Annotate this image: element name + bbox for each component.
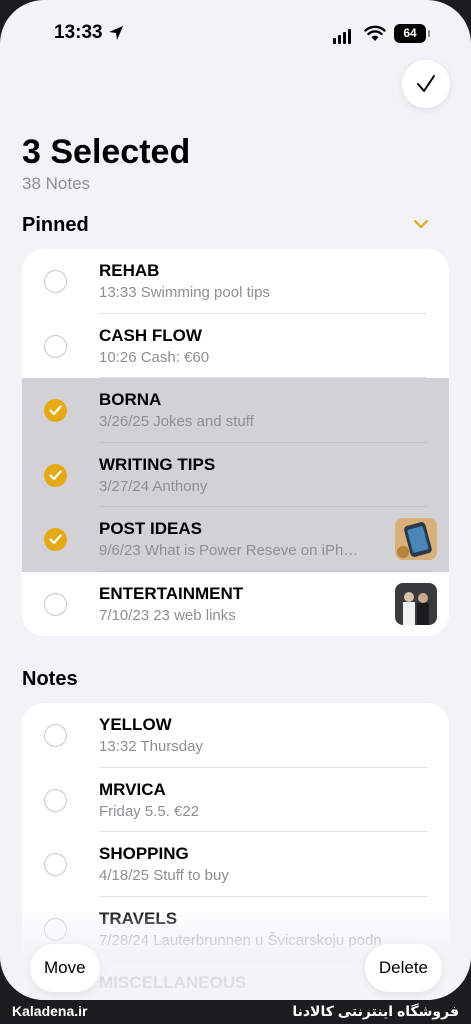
- note-subtitle: Friday 5.5. €22: [99, 802, 200, 820]
- note-title: ENTERTAINMENT: [99, 583, 244, 603]
- move-button[interactable]: Move: [30, 944, 100, 992]
- note-title: REHAB: [99, 261, 160, 280]
- note-row[interactable]: SHOPPING 4/18/25 Stuff to buy: [22, 832, 449, 897]
- unselected-circle-icon[interactable]: [44, 853, 67, 876]
- unselected-circle-icon[interactable]: [44, 592, 67, 616]
- note-subtitle: 3/26/25 Jokes and stuff: [99, 413, 254, 430]
- selected-checkmark-icon[interactable]: [44, 528, 67, 551]
- note-subtitle: 10:26 Cash: €60: [99, 348, 210, 366]
- notes-count: 38 Notes: [22, 174, 91, 193]
- pinned-notes-list: REHAB 13:33 Swimming pool tips CASH FLOW 10…: [22, 249, 449, 636]
- note-title: MRVICA: [99, 779, 166, 799]
- wifi-icon: [364, 25, 386, 41]
- note-subtitle: 13:32 Thursday: [99, 738, 203, 755]
- note-title: POST IDEAS: [99, 519, 202, 538]
- checkmark-icon: [417, 75, 435, 92]
- note-subtitle: 4/18/25 Stuff to buy: [99, 867, 229, 884]
- battery-icon: 64: [394, 24, 430, 43]
- note-title: CASH FLOW: [99, 325, 202, 345]
- location-arrow-icon: [109, 26, 123, 40]
- pinned-section-header: Pinned: [22, 214, 89, 236]
- selected-checkmark-icon[interactable]: [44, 399, 67, 422]
- note-row[interactable]: YELLOW 13:32 Thursday: [22, 703, 449, 768]
- phone-photo-thumbnail: [395, 518, 437, 560]
- note-title: SHOPPING: [99, 844, 189, 863]
- people-photo-thumbnail: [395, 582, 437, 625]
- selected-checkmark-icon[interactable]: [44, 463, 67, 487]
- note-subtitle: 3/27/24 Anthony: [99, 477, 208, 495]
- chevron-down-icon[interactable]: [412, 218, 430, 230]
- note-title: YELLOW: [99, 715, 172, 734]
- note-subtitle: 13:33 Swimming pool tips: [99, 284, 270, 301]
- unselected-circle-icon[interactable]: [44, 724, 67, 747]
- note-title: BORNA: [99, 390, 162, 409]
- watermark-bar: Kaladena.ir فروشگاه اینترنتی کالادنا: [0, 1000, 471, 1024]
- notes-screen: 13:33 64 3 Selected 38 Notes Pinned REHA…: [0, 0, 471, 1000]
- unselected-circle-icon[interactable]: [44, 270, 67, 293]
- status-bar: 13:33 64: [0, 0, 471, 60]
- note-row[interactable]: WRITING TIPS 3/27/24 Anthony: [22, 442, 449, 507]
- note-subtitle: 9/6/23 What is Power Reseve on iPh…: [99, 542, 359, 559]
- status-time: 13:33: [54, 22, 103, 43]
- note-title: WRITING TIPS: [99, 454, 216, 474]
- delete-button[interactable]: Delete: [364, 944, 442, 992]
- watermark-left: Kaladena.ir: [12, 1003, 88, 1019]
- note-row[interactable]: MRVICA Friday 5.5. €22: [22, 768, 449, 832]
- watermark-right: فروشگاه اینترنتی کالادنا: [292, 1003, 459, 1019]
- note-row[interactable]: CASH FLOW 10:26 Cash: €60: [22, 314, 449, 378]
- note-row[interactable]: REHAB 13:33 Swimming pool tips: [22, 249, 449, 314]
- note-subtitle: 7/10/23 23 web links: [99, 606, 236, 624]
- note-row[interactable]: ENTERTAINMENT 7/10/23 23 web links: [22, 572, 449, 637]
- unselected-circle-icon[interactable]: [44, 788, 67, 812]
- note-row[interactable]: BORNA 3/26/25 Jokes and stuff: [22, 378, 449, 443]
- note-row[interactable]: POST IDEAS 9/6/23 What is Power Reseve on…: [22, 507, 449, 572]
- notes-section-header: Notes: [22, 668, 78, 690]
- done-button[interactable]: [402, 60, 450, 108]
- page-title: 3 Selected: [22, 133, 191, 171]
- cellular-signal-icon: [333, 26, 353, 44]
- unselected-circle-icon[interactable]: [44, 334, 67, 358]
